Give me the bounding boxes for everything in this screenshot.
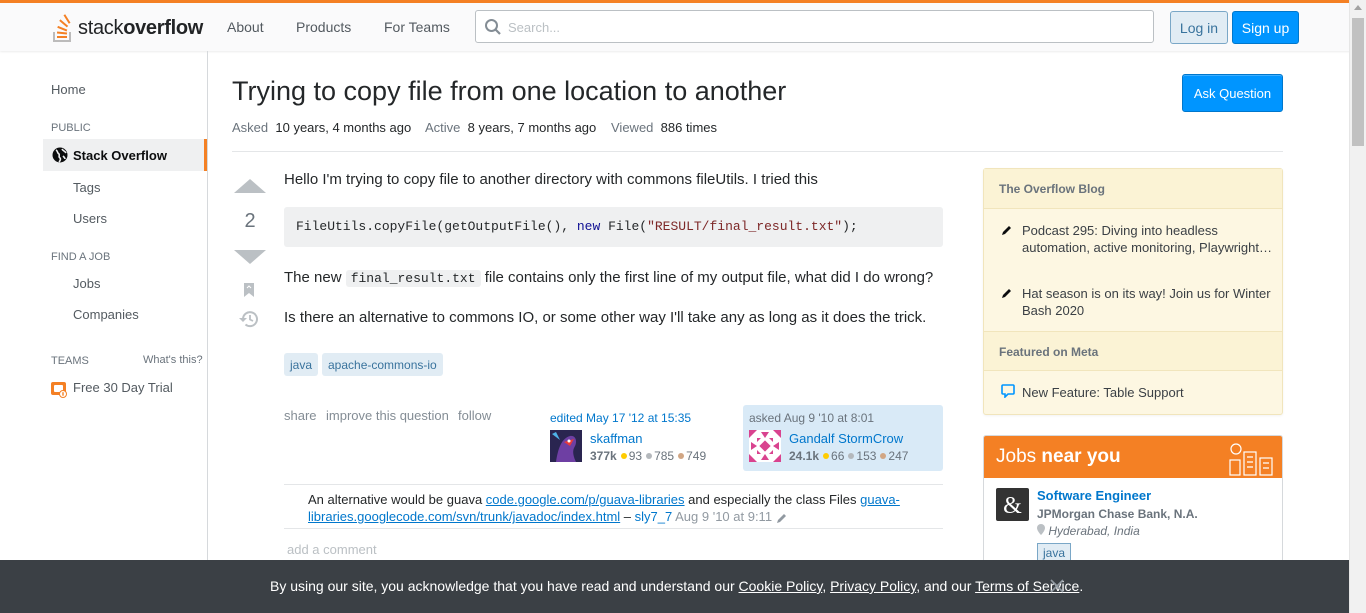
nav-for-teams[interactable]: For Teams	[384, 19, 450, 35]
question-title[interactable]: Trying to copy file from one location to…	[232, 76, 786, 107]
asked-date: asked Aug 9 '10 at 8:01	[749, 411, 875, 425]
question-body-intro: Hello I'm trying to copy file to another…	[284, 171, 818, 188]
privacy-policy-link[interactable]: Privacy Policy	[830, 578, 916, 594]
editor-reputation: 377k 93 785 749	[590, 449, 707, 463]
viewed-meta: Viewed 886 times	[611, 120, 718, 135]
asked-signature: asked Aug 9 '10 at 8:01 Gandalf StormCro…	[743, 405, 943, 471]
downvote-button[interactable]	[234, 250, 266, 264]
login-button[interactable]: Log in	[1170, 11, 1228, 44]
top-bar: stackoverflow About Products For Teams L…	[0, 0, 1366, 51]
bookmark-icon[interactable]	[243, 282, 255, 298]
avatar[interactable]	[749, 430, 781, 462]
location-pin-icon	[1037, 524, 1045, 535]
sidebar-item-companies[interactable]: Companies	[73, 307, 139, 322]
whats-this-link[interactable]: What's this?	[143, 354, 203, 366]
active-meta: Active 8 years, 7 months ago	[425, 120, 597, 135]
logo-text: stackoverflow	[78, 16, 204, 39]
question-body-line2: The new final_result.txt file contains o…	[284, 269, 934, 287]
cookie-text: By using our site, you acknowledge that …	[270, 578, 1084, 594]
follow-link[interactable]: follow	[458, 408, 491, 423]
pencil-icon	[1002, 289, 1011, 298]
vote-count: 2	[244, 210, 256, 232]
stackoverflow-logo[interactable]: stackoverflow	[50, 12, 203, 44]
search-box[interactable]	[475, 10, 1154, 43]
sidebar-item-users[interactable]: Users	[73, 211, 107, 226]
search-input[interactable]	[508, 17, 1138, 37]
sidebar-item-home[interactable]: Home	[51, 82, 86, 97]
question-body-line3: Is there an alternative to commons IO, o…	[284, 309, 927, 326]
sidebar-heading-teams: TEAMS	[51, 355, 89, 367]
sidebar-item-stack-overflow[interactable]: Stack Overflow	[43, 139, 207, 171]
inline-code: final_result.txt	[345, 270, 481, 287]
cookie-banner: By using our site, you acknowledge that …	[0, 560, 1349, 613]
comment: An alternative would be guava code.googl…	[308, 492, 900, 524]
comment-date: Aug 9 '10 at 9:11	[675, 509, 773, 524]
edit-pencil-icon	[776, 513, 786, 523]
avatar[interactable]	[550, 430, 582, 462]
sidebar-item-free-trial[interactable]: Free 30 Day Trial	[73, 380, 173, 395]
close-icon[interactable]	[1050, 579, 1064, 593]
stackoverflow-logo-icon	[53, 14, 71, 42]
scroll-thumb[interactable]	[1352, 18, 1364, 146]
edited-date-link[interactable]: edited May 17 '12 at 15:35	[550, 411, 691, 425]
overflow-blog-widget: The Overflow Blog Podcast 295: Diving in…	[983, 168, 1283, 415]
add-comment-link[interactable]: add a comment	[287, 542, 377, 557]
improve-question-link[interactable]: improve this question	[326, 408, 449, 423]
sidebar-heading-public: PUBLIC	[51, 122, 91, 134]
left-sidebar: Home PUBLIC Stack Overflow Tags Users FI…	[0, 51, 208, 613]
scroll-up-arrow-icon[interactable]	[1354, 5, 1362, 10]
upvote-button[interactable]	[234, 179, 266, 193]
jobs-near-you-widget: Jobs near you & Software Engineer JPMorg…	[983, 435, 1283, 575]
tag-java[interactable]: java	[284, 353, 319, 376]
code-block: FileUtils.copyFile(getOutputFile(), new …	[284, 207, 943, 247]
sidebar-heading-find-job: FIND A JOB	[51, 251, 111, 263]
globe-icon	[52, 147, 68, 163]
comment-bubble-icon	[1001, 384, 1015, 398]
pencil-icon	[1002, 226, 1011, 235]
page-scrollbar[interactable]	[1349, 0, 1366, 613]
sidebar-item-label: Stack Overflow	[73, 148, 167, 163]
asker-username[interactable]: Gandalf StormCrow	[789, 431, 903, 446]
editor-username[interactable]: skaffman	[590, 431, 643, 446]
asker-reputation: 24.1k 66 153 247	[789, 449, 909, 463]
sidebar-item-jobs[interactable]: Jobs	[73, 276, 100, 291]
city-buildings-icon	[1229, 443, 1273, 476]
job-company: JPMorgan Chase Bank, N.A.	[1037, 507, 1198, 521]
signup-button[interactable]: Sign up	[1232, 11, 1299, 44]
sidebar-item-tags[interactable]: Tags	[73, 180, 100, 195]
cookie-policy-link[interactable]: Cookie Policy	[739, 578, 823, 594]
tag-apache-commons-io[interactable]: apache-commons-io	[322, 353, 443, 376]
blog-item-winter-bash[interactable]: Hat season is on its way! Join us for Wi…	[1022, 285, 1272, 319]
share-link[interactable]: share	[284, 408, 317, 423]
briefcase-icon	[51, 380, 67, 401]
job-location: Hyderabad, India	[1037, 524, 1140, 538]
comment-link-guava[interactable]: code.google.com/p/guava-libraries	[486, 492, 685, 507]
active-date[interactable]: 8 years, 7 months ago	[468, 120, 597, 135]
job-title-link[interactable]: Software Engineer	[1037, 488, 1151, 503]
title-divider	[232, 151, 1283, 152]
asked-meta: Asked 10 years, 4 months ago	[232, 120, 412, 135]
blog-item-podcast[interactable]: Podcast 295: Diving into headless automa…	[1022, 222, 1272, 256]
company-logo[interactable]: &	[996, 488, 1029, 521]
blog-heading: The Overflow Blog	[984, 169, 1282, 209]
history-icon[interactable]	[239, 310, 259, 328]
svg-text:&: &	[1003, 493, 1022, 519]
nav-products[interactable]: Products	[296, 19, 351, 35]
ask-question-button[interactable]: Ask Question	[1182, 74, 1283, 112]
meta-heading: Featured on Meta	[984, 331, 1282, 371]
meta-item-table-support[interactable]: New Feature: Table Support	[1022, 384, 1272, 401]
nav-about[interactable]: About	[227, 19, 264, 35]
edited-signature: edited May 17 '12 at 15:35 skaffman 377k…	[544, 405, 744, 471]
comment-user[interactable]: sly7_7	[635, 509, 673, 524]
search-icon	[485, 19, 501, 35]
comment-list: An alternative would be guava code.googl…	[284, 484, 943, 529]
